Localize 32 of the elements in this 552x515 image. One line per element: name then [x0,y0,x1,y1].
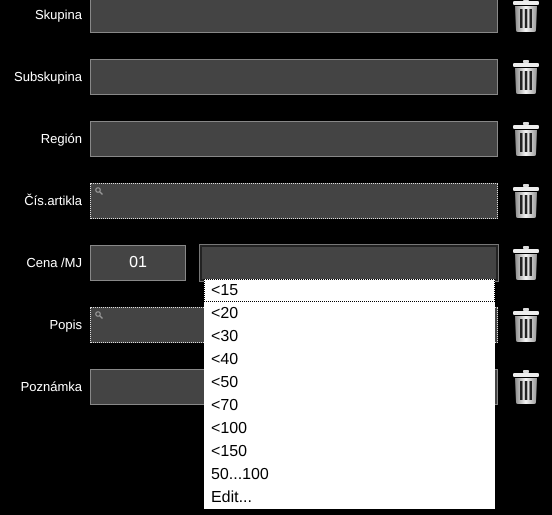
dropdown-option[interactable]: <40 [204,348,495,371]
field-label: Čís.artikla [23,192,82,210]
dropdown-option[interactable]: <15 [204,279,495,302]
input-field[interactable] [90,0,498,33]
search-icon [95,187,103,195]
field-label: Skupina [34,6,82,24]
trash-icon[interactable] [513,122,539,156]
dropdown-option[interactable]: <70 [204,394,495,417]
dropdown-option[interactable]: 50...100 [204,463,495,486]
dropdown-option[interactable]: <50 [204,371,495,394]
field-label: Popis [48,316,82,334]
trash-icon[interactable] [513,0,539,32]
trash-icon[interactable] [513,308,539,342]
field-label: Cena /MJ [25,254,82,272]
dropdown-option[interactable]: <20 [204,302,495,325]
field-label: Subskupina [13,68,82,86]
search-icon [95,311,103,319]
trash-icon[interactable] [513,60,539,94]
trash-icon[interactable] [513,184,539,218]
dropdown-option[interactable]: <150 [204,440,495,463]
dropdown-option[interactable]: <100 [204,417,495,440]
field-label: Región [40,130,82,148]
input-field[interactable] [90,59,498,95]
field-label: Poznámka [20,378,82,396]
code-field[interactable]: 01 [90,245,186,281]
input-field[interactable] [90,121,498,157]
search-field[interactable] [90,183,498,219]
dropdown-option[interactable]: Edit... [204,486,495,509]
dropdown-option[interactable]: <30 [204,325,495,348]
trash-icon[interactable] [513,370,539,404]
select-field[interactable] [200,245,498,281]
trash-icon[interactable] [513,246,539,280]
